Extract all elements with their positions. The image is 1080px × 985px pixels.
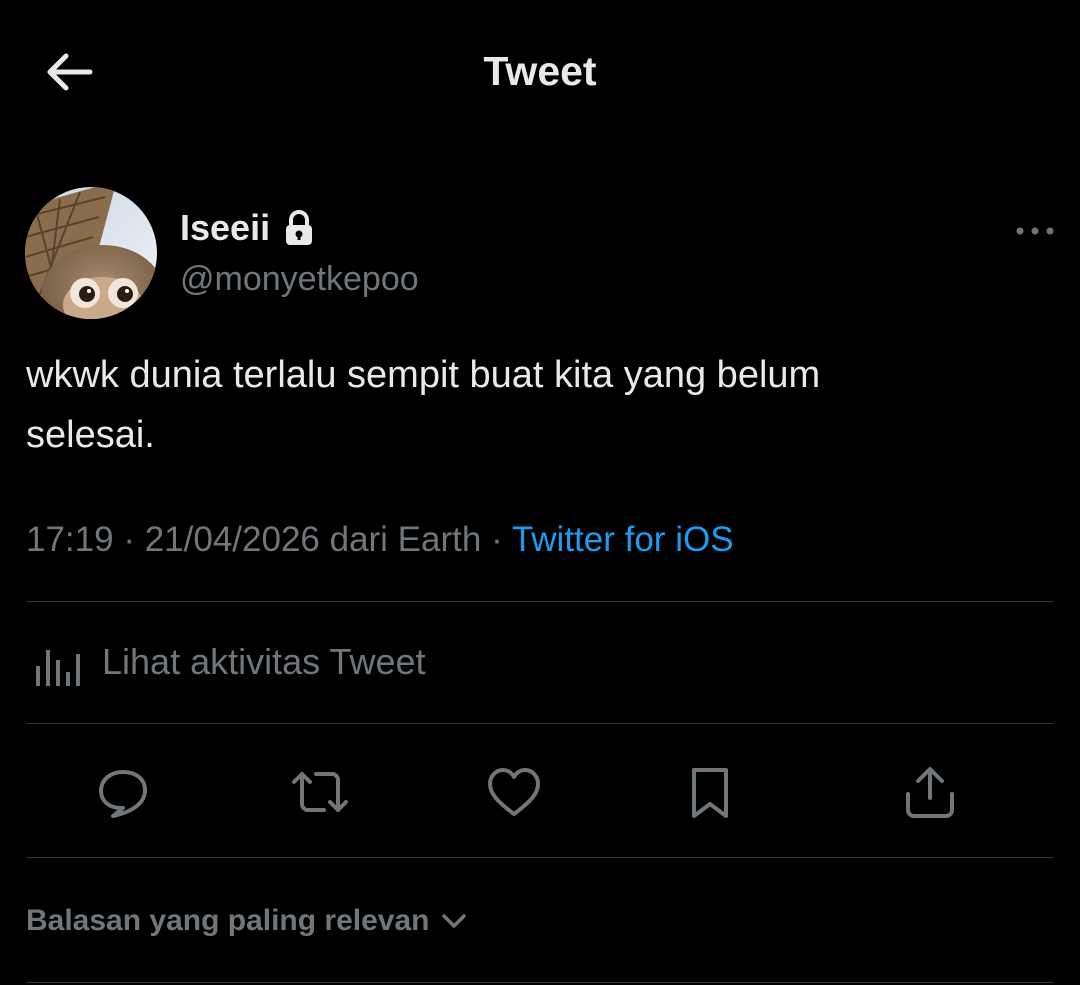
- retweet-icon: [292, 772, 348, 812]
- share-icon: [906, 767, 954, 818]
- reply-button[interactable]: [91, 760, 155, 824]
- top-bar: Tweet: [0, 0, 1080, 150]
- replies-sort-dropdown[interactable]: Balasan yang paling relevan: [26, 898, 468, 944]
- divider: [26, 982, 1054, 983]
- bookmark-icon: [692, 768, 728, 818]
- meta-separator: ·: [481, 520, 512, 559]
- tweet-text: wkwk dunia terlalu sempit buat kita yang…: [26, 354, 821, 456]
- replies-sort-label: Balasan yang paling relevan: [26, 904, 430, 937]
- more-options-button[interactable]: [1010, 216, 1060, 246]
- avatar-image: [25, 187, 157, 319]
- divider: [26, 601, 1054, 602]
- tweet-meta: 17:19 · 21/04/2026 dari Earth · Twitter …: [26, 520, 734, 560]
- divider: [26, 723, 1054, 724]
- user-handle[interactable]: @monyetkepoo: [180, 260, 419, 299]
- tweet-time[interactable]: 17:19: [26, 520, 114, 559]
- tweet-source-link[interactable]: Twitter for iOS: [512, 520, 734, 559]
- avatar[interactable]: [25, 187, 157, 319]
- speech-bubble-icon: [99, 770, 147, 818]
- like-button[interactable]: [482, 760, 546, 824]
- display-name: Iseeii: [180, 207, 271, 248]
- view-tweet-activity[interactable]: Lihat aktivitas Tweet: [26, 626, 426, 698]
- more-dots-icon: [1016, 227, 1054, 235]
- bookmark-button[interactable]: [678, 760, 742, 824]
- heart-icon: [488, 768, 540, 816]
- activity-label: Lihat aktivitas Tweet: [102, 641, 426, 682]
- author-name-row[interactable]: Iseeii: [180, 207, 316, 249]
- chevron-down-icon: [441, 914, 466, 928]
- bar-chart-icon: [36, 650, 80, 686]
- share-button[interactable]: [898, 760, 962, 824]
- tweet-detail-page: Tweet Iseeii @monyetkepoo wkwk dunia ter…: [0, 0, 1080, 985]
- meta-separator: ·: [113, 520, 145, 559]
- retweet-button[interactable]: [288, 760, 352, 824]
- tweet-date-location[interactable]: 21/04/2026 dari Earth: [145, 520, 482, 559]
- lock-icon: [286, 210, 313, 245]
- page-title: Tweet: [483, 48, 597, 94]
- divider: [26, 857, 1054, 858]
